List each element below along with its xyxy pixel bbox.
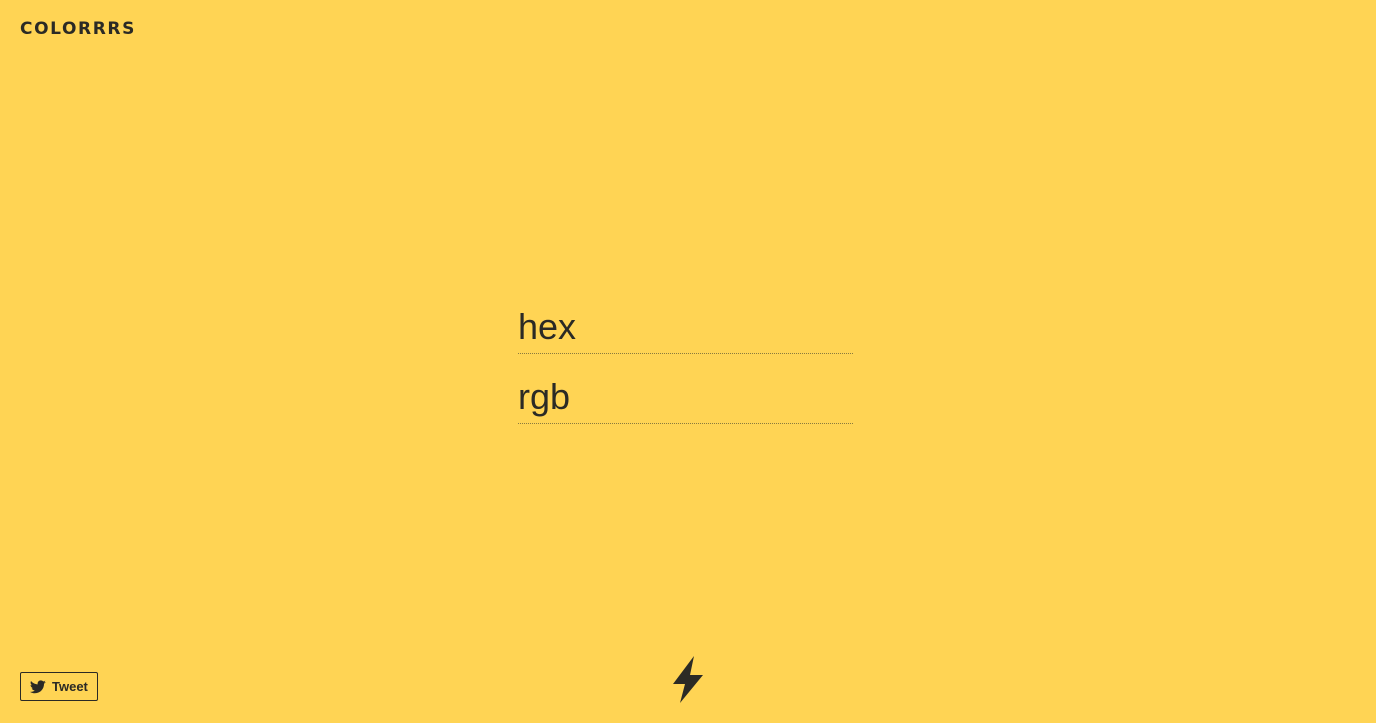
site-logo[interactable]: COLORRRS bbox=[20, 19, 136, 39]
rgb-field bbox=[518, 371, 853, 424]
tweet-label: Tweet bbox=[52, 679, 88, 694]
rgb-input[interactable] bbox=[518, 371, 853, 423]
twitter-bird-icon bbox=[30, 679, 46, 694]
lightning-bolt-icon[interactable] bbox=[672, 656, 704, 704]
hex-input[interactable] bbox=[518, 301, 853, 353]
tweet-button[interactable]: Tweet bbox=[20, 672, 98, 701]
hex-field bbox=[518, 301, 853, 354]
color-converter-form bbox=[518, 301, 853, 441]
